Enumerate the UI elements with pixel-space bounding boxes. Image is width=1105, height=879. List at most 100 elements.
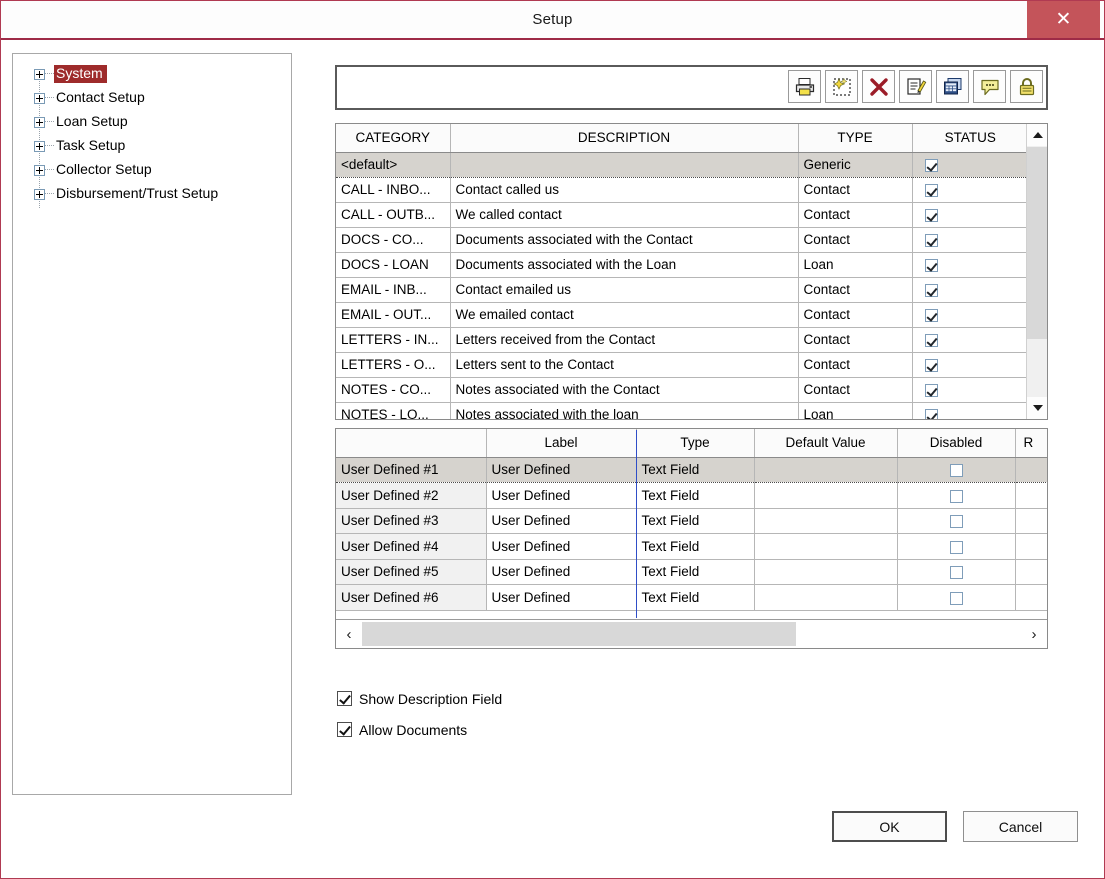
cancel-button[interactable]: Cancel [963, 811, 1078, 842]
disabled-checkbox-icon[interactable] [949, 464, 963, 478]
scroll-down-button[interactable] [1027, 397, 1047, 419]
option-show-description-field[interactable]: Show Description Field [337, 683, 1050, 714]
disabled-checkbox-icon[interactable] [949, 489, 963, 503]
print-button[interactable] [788, 70, 821, 103]
scrollbar-thumb[interactable] [1027, 147, 1047, 339]
cell-status[interactable] [912, 402, 1028, 419]
expand-plus-icon[interactable] [34, 188, 45, 200]
column-header-required[interactable]: R [1015, 429, 1047, 458]
table-row[interactable]: User Defined #3 User Defined Text Field [336, 508, 1047, 534]
cell-disabled[interactable] [897, 508, 1016, 534]
cell-disabled[interactable] [897, 533, 1016, 560]
table-row[interactable]: User Defined #2 User Defined Text Field [336, 482, 1047, 509]
column-header-field[interactable] [336, 429, 487, 458]
status-checkbox-icon[interactable] [924, 208, 938, 222]
column-header-label[interactable]: Label [486, 429, 637, 458]
cell-required[interactable] [1015, 482, 1047, 509]
scroll-right-button[interactable]: › [1021, 620, 1047, 648]
cell-status[interactable] [912, 277, 1028, 303]
new-item-button[interactable] [825, 70, 858, 103]
scrollbar-track[interactable] [362, 620, 1021, 648]
table-row[interactable]: LETTERS - IN... Letters received from the… [336, 327, 1028, 353]
disabled-checkbox-icon[interactable] [949, 515, 963, 529]
cell-required[interactable] [1015, 456, 1047, 483]
expand-plus-icon[interactable] [34, 164, 45, 176]
category-grid[interactable]: CATEGORY DESCRIPTION TYPE STATUS <defaul… [335, 123, 1048, 420]
disabled-checkbox-icon[interactable] [949, 591, 963, 605]
cell-disabled[interactable] [897, 559, 1016, 585]
column-header-description[interactable]: DESCRIPTION [450, 124, 799, 153]
cell-disabled[interactable] [897, 584, 1016, 611]
status-checkbox-icon[interactable] [924, 283, 938, 297]
table-row[interactable]: User Defined #5 User Defined Text Field [336, 559, 1047, 585]
table-row[interactable]: NOTES - CO... Notes associated with the C… [336, 377, 1028, 403]
cell-status[interactable] [912, 252, 1028, 278]
cell-status[interactable] [912, 151, 1028, 178]
table-row[interactable]: <default> Generic [336, 151, 1028, 178]
cell-status[interactable] [912, 377, 1028, 403]
tree-item-disbursement-trust-setup[interactable]: Disbursement/Trust Setup [13, 182, 291, 206]
column-header-disabled[interactable]: Disabled [897, 429, 1016, 458]
category-vertical-scrollbar[interactable] [1026, 124, 1047, 419]
column-header-category[interactable]: CATEGORY [336, 124, 451, 153]
disabled-checkbox-icon[interactable] [949, 540, 963, 554]
tree-item-contact-setup[interactable]: Contact Setup [13, 86, 291, 110]
cell-status[interactable] [912, 302, 1028, 328]
status-checkbox-icon[interactable] [924, 308, 938, 322]
table-row[interactable]: DOCS - LOAN Documents associated with the… [336, 252, 1028, 278]
table-row[interactable]: User Defined #6 User Defined Text Field [336, 584, 1047, 611]
fields-horizontal-scrollbar[interactable]: ‹ › [336, 619, 1047, 648]
tree-item-loan-setup[interactable]: Loan Setup [13, 110, 291, 134]
cell-status[interactable] [912, 202, 1028, 228]
checkbox-icon[interactable] [337, 691, 352, 706]
expand-plus-icon[interactable] [34, 92, 45, 104]
scroll-left-button[interactable]: ‹ [336, 620, 362, 648]
status-checkbox-icon[interactable] [924, 408, 938, 419]
table-row[interactable]: User Defined #4 User Defined Text Field [336, 533, 1047, 560]
status-checkbox-icon[interactable] [924, 233, 938, 247]
checkbox-icon[interactable] [337, 722, 352, 737]
tree-item-task-setup[interactable]: Task Setup [13, 134, 291, 158]
user-defined-fields-grid[interactable]: Label Type Default Value Disabled R User… [335, 428, 1048, 649]
option-allow-documents[interactable]: Allow Documents [337, 714, 1050, 745]
lock-button[interactable] [1010, 70, 1043, 103]
column-header-status[interactable]: STATUS [912, 124, 1028, 153]
expand-plus-icon[interactable] [34, 116, 45, 128]
expand-plus-icon[interactable] [34, 68, 45, 80]
tree-item-collector-setup[interactable]: Collector Setup [13, 158, 291, 182]
table-row[interactable]: EMAIL - INB... Contact emailed us Contact [336, 277, 1028, 303]
table-row[interactable]: CALL - INBO... Contact called us Contact [336, 177, 1028, 203]
scrollbar-thumb[interactable] [362, 622, 796, 646]
table-row[interactable]: DOCS - CO... Documents associated with th… [336, 227, 1028, 253]
cell-status[interactable] [912, 177, 1028, 203]
column-header-type[interactable]: TYPE [798, 124, 913, 153]
disabled-checkbox-icon[interactable] [949, 566, 963, 580]
status-checkbox-icon[interactable] [924, 358, 938, 372]
table-row[interactable]: NOTES - LO... Notes associated with the l… [336, 402, 1028, 419]
setup-tree-panel[interactable]: System Contact Setup Loan Setup Task Set… [12, 53, 292, 795]
column-header-type[interactable]: Type [636, 429, 755, 458]
cell-required[interactable] [1015, 584, 1047, 611]
grid-button[interactable] [936, 70, 969, 103]
edit-button[interactable] [899, 70, 932, 103]
cell-disabled[interactable] [897, 456, 1016, 483]
status-checkbox-icon[interactable] [924, 333, 938, 347]
status-checkbox-icon[interactable] [924, 158, 938, 172]
expand-plus-icon[interactable] [34, 140, 45, 152]
delete-button[interactable] [862, 70, 895, 103]
scroll-up-button[interactable] [1027, 124, 1047, 146]
close-button[interactable]: ✕ [1027, 1, 1100, 38]
cell-disabled[interactable] [897, 482, 1016, 509]
cell-status[interactable] [912, 352, 1028, 378]
status-checkbox-icon[interactable] [924, 383, 938, 397]
status-checkbox-icon[interactable] [924, 183, 938, 197]
table-row[interactable]: User Defined #1 User Defined Text Field [336, 456, 1047, 483]
table-row[interactable]: EMAIL - OUT... We emailed contact Contact [336, 302, 1028, 328]
comment-button[interactable] [973, 70, 1006, 103]
ok-button[interactable]: OK [832, 811, 947, 842]
table-row[interactable]: LETTERS - O... Letters sent to the Contac… [336, 352, 1028, 378]
table-row[interactable]: CALL - OUTB... We called contact Contact [336, 202, 1028, 228]
cell-status[interactable] [912, 227, 1028, 253]
status-checkbox-icon[interactable] [924, 258, 938, 272]
column-header-default-value[interactable]: Default Value [754, 429, 898, 458]
